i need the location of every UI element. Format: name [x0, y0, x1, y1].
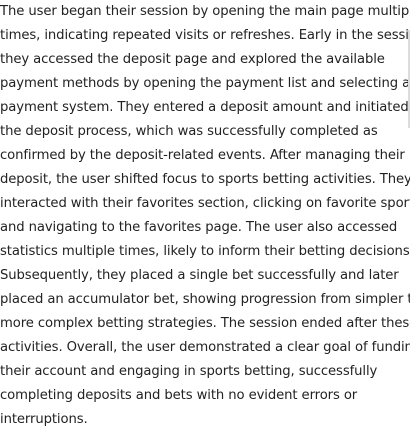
- summary-line: interruptions.: [0, 412, 88, 427]
- summary-line: times, indicating repeated visits or ref…: [0, 28, 410, 43]
- summary-line: confirmed by the deposit-related events.…: [0, 148, 405, 163]
- summary-line: payment methods by opening the payment l…: [0, 76, 410, 91]
- summary-line: the deposit process, which was successfu…: [0, 124, 378, 139]
- summary-line: completing deposits and bets with no evi…: [0, 388, 358, 403]
- summary-line: they accessed the deposit page and explo…: [0, 52, 385, 67]
- summary-line: and navigating to the favorites page. Th…: [0, 220, 398, 235]
- summary-line: placed an accumulator bet, showing progr…: [0, 292, 410, 307]
- summary-line: deposit, the user shifted focus to sport…: [0, 172, 410, 187]
- summary-line: their account and engaging in sports bet…: [0, 364, 378, 379]
- summary-line: payment system. They entered a deposit a…: [0, 100, 409, 115]
- summary-line: statistics multiple times, likely to inf…: [0, 244, 410, 259]
- summary-line: Subsequently, they placed a single bet s…: [0, 268, 399, 283]
- summary-line: interacted with their favorites section,…: [0, 196, 410, 211]
- summary-line: activities. Overall, the user demonstrat…: [0, 340, 410, 355]
- summary-line: The user began their session by opening …: [0, 4, 410, 19]
- session-summary-paragraph: The user began their session by opening …: [0, 0, 410, 432]
- summary-line: more complex betting strategies. The ses…: [0, 316, 410, 331]
